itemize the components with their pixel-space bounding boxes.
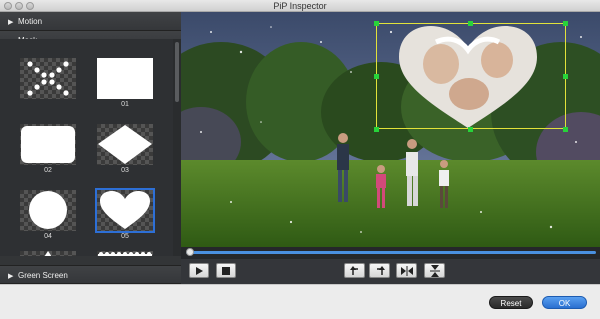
mask-tile-01[interactable]: [97, 58, 153, 99]
diamond-mask-icon: [98, 125, 152, 164]
rotate-left-icon: [349, 265, 358, 275]
mask-tile-02[interactable]: [20, 124, 76, 165]
mask-label-03: 03: [121, 167, 129, 174]
x-dots-mask-icon: [27, 61, 69, 96]
section-motion-label: Motion: [18, 17, 43, 26]
resize-handle-bottom-left[interactable]: [374, 127, 379, 132]
rotate-right-button[interactable]: [369, 263, 390, 278]
resize-handle-top[interactable]: [468, 21, 473, 26]
mask-tile-04[interactable]: [20, 190, 76, 231]
mask-tile-05[interactable]: [95, 188, 155, 233]
mask-grid: 01 02 03 04 05: [0, 39, 173, 256]
mask-label-02: 02: [44, 167, 52, 174]
play-icon: [196, 266, 203, 275]
play-button[interactable]: [189, 263, 209, 278]
pip-selection-frame[interactable]: [376, 23, 566, 129]
stop-button[interactable]: [216, 263, 236, 278]
rounded-rectangle-mask-icon: [21, 126, 75, 163]
title-bar: PiP Inspector: [0, 0, 600, 12]
reset-button[interactable]: Reset: [489, 296, 533, 309]
triangle-mask-icon: [44, 251, 52, 256]
flip-vertical-button[interactable]: [424, 263, 445, 278]
mask-scrollbar-thumb[interactable]: [175, 42, 179, 102]
stop-icon: [222, 266, 230, 275]
resize-handle-top-right[interactable]: [563, 21, 568, 26]
circle-mask-icon: [29, 191, 67, 229]
rotate-left-button[interactable]: [344, 263, 365, 278]
scalloped-mask-icon: [98, 252, 152, 256]
flip-horizontal-button[interactable]: [396, 263, 417, 278]
mask-tile-scalloped[interactable]: [97, 251, 153, 256]
rotate-right-icon: [376, 265, 385, 275]
resize-handle-bottom-right[interactable]: [563, 127, 568, 132]
mask-label-05: 05: [121, 233, 129, 240]
flip-vertical-icon: [429, 264, 440, 277]
section-motion[interactable]: ▶ Motion: [0, 12, 181, 31]
ok-button[interactable]: OK: [542, 296, 587, 309]
section-green-screen-label: Green Screen: [18, 271, 68, 280]
mask-label-01: 01: [121, 101, 129, 108]
disclosure-right-icon: ▶: [8, 19, 14, 26]
resize-handle-top-left[interactable]: [374, 21, 379, 26]
timeline-track[interactable]: [186, 251, 596, 254]
mask-label-04: 04: [44, 233, 52, 240]
resize-handle-right[interactable]: [563, 74, 568, 79]
resize-handle-left[interactable]: [374, 74, 379, 79]
mask-tile-triangle[interactable]: [20, 251, 76, 256]
heart-mask-icon: [100, 191, 150, 229]
window-title: PiP Inspector: [273, 1, 327, 11]
resize-handle-bottom[interactable]: [468, 127, 473, 132]
mask-tile-03[interactable]: [97, 124, 153, 165]
mask-tile-x-dots[interactable]: [20, 58, 76, 99]
pip-inspector-window: PiP Inspector ▶Motion ▼Mask 01: [0, 0, 600, 319]
section-green-screen[interactable]: ▶ Green Screen: [0, 265, 181, 284]
playhead-knob[interactable]: [186, 248, 194, 256]
flip-horizontal-icon: [400, 265, 413, 276]
playback-controls: [181, 259, 600, 284]
